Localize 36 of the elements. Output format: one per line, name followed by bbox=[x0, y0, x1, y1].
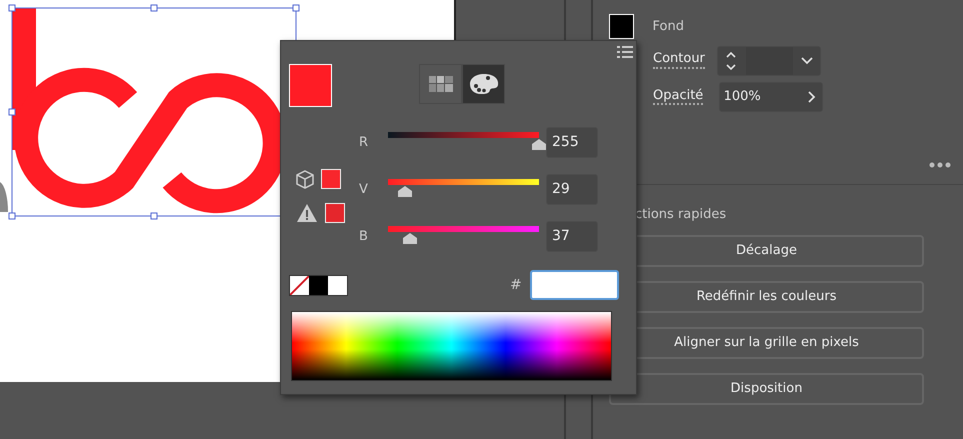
warning-icon bbox=[296, 203, 318, 223]
opacity-label[interactable]: Opacité bbox=[653, 88, 704, 106]
channel-label: R bbox=[359, 134, 370, 152]
fill-label: Fond bbox=[652, 18, 684, 36]
opacity-field[interactable]: 100% bbox=[719, 82, 824, 112]
swatch[interactable] bbox=[328, 276, 347, 294]
channel-field[interactable]: 37 bbox=[546, 221, 598, 252]
chevron-right-icon[interactable] bbox=[808, 91, 816, 103]
list-icon[interactable] bbox=[617, 46, 633, 59]
channel-label: B bbox=[359, 228, 369, 246]
stepper-icon[interactable] bbox=[724, 50, 738, 72]
hex-field[interactable] bbox=[530, 270, 619, 300]
color-spectrum[interactable] bbox=[291, 311, 612, 381]
section-title: ctions rapides bbox=[635, 206, 728, 224]
stroke-label[interactable]: Contour bbox=[653, 52, 705, 69]
more-icon[interactable] bbox=[929, 162, 951, 168]
none-swatch[interactable] bbox=[290, 276, 309, 294]
mode-tab[interactable] bbox=[462, 64, 505, 104]
opacity-value: 100% bbox=[722, 88, 762, 106]
color-swatch[interactable] bbox=[320, 169, 340, 189]
palette-icon bbox=[468, 73, 498, 95]
swatch[interactable] bbox=[309, 276, 328, 294]
slider-thumb[interactable] bbox=[532, 138, 546, 150]
quick-action-button[interactable]: Disposition bbox=[609, 372, 924, 404]
fill-swatch[interactable] bbox=[609, 14, 634, 39]
chevron-down-icon[interactable] bbox=[801, 56, 814, 64]
channel-label: V bbox=[359, 180, 369, 199]
mode-tab[interactable] bbox=[419, 64, 462, 104]
hex-label: # bbox=[510, 276, 522, 294]
swatch-grid-icon bbox=[428, 76, 452, 92]
shape-fragment bbox=[0, 182, 8, 212]
color-swatch[interactable] bbox=[324, 203, 344, 223]
channel-field[interactable]: 29 bbox=[546, 174, 598, 205]
cube-icon bbox=[296, 170, 314, 188]
channel-field[interactable]: 255 bbox=[546, 127, 598, 158]
stroke-field[interactable] bbox=[716, 46, 821, 76]
